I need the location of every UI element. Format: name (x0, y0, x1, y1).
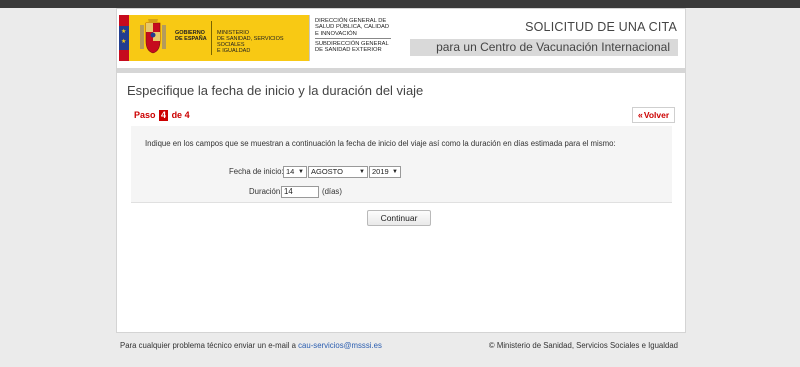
instructions-text: Indique en los campos que se muestran a … (145, 139, 616, 148)
step-total: 4 (184, 110, 190, 120)
top-bar (0, 0, 800, 8)
step-prefix: Paso (134, 110, 156, 120)
step-separator: de (171, 110, 183, 120)
footer-contact: Para cualquier problema técnico enviar u… (120, 341, 382, 350)
gobierno-text: GOBIERNO DE ESPAÑA (175, 30, 207, 42)
footer-copyright: © Ministerio de Sanidad, Servicios Socia… (488, 341, 678, 350)
month-select[interactable]: AGOSTO ▼ (308, 166, 368, 178)
step-indicator: Paso 4 de 4 (134, 110, 190, 121)
support-email-link[interactable]: cau-servicios@msssi.es (298, 341, 382, 350)
double-chevron-left-icon: « (637, 110, 643, 120)
main-card: ★ ★ GOBIERNO DE ESPAÑA MINISTERIO DE SAN… (116, 8, 686, 333)
government-logo: ★ ★ GOBIERNO DE ESPAÑA MINISTERIO DE SAN… (119, 15, 393, 61)
dropdown-arrow-icon: ▼ (392, 169, 398, 175)
year-select[interactable]: 2019 ▼ (369, 166, 401, 178)
header-title: SOLICITUD DE UNA CITA (525, 20, 677, 34)
year-select-value: 2019 (372, 167, 389, 176)
subdireccion-text: SUBDIRECCIÓN GENERAL DE SANIDAD EXTERIOR (315, 41, 389, 54)
direccion-text: DIRECCIÓN GENERAL DE SALUD PÚBLICA, CALI… (315, 18, 390, 37)
form-panel: Indique en los campos que se muestran a … (131, 126, 672, 203)
back-label: Volver (643, 110, 670, 120)
duration-label: Duración: (249, 187, 283, 196)
ministerio-text: MINISTERIO DE SANIDAD, SERVICIOS SOCIALE… (217, 30, 284, 54)
day-select[interactable]: 14 ▼ (283, 166, 307, 178)
continue-button[interactable]: Continuar (367, 210, 431, 226)
duration-input[interactable]: 14 (281, 186, 319, 198)
step-current: 4 (159, 110, 169, 121)
start-date-label: Fecha de inicio: (229, 167, 284, 176)
header-subtitle: para un Centro de Vacunación Internacion… (410, 39, 678, 56)
page-title: Especifique la fecha de inicio y la dura… (127, 83, 424, 98)
footer-contact-text: Para cualquier problema técnico enviar u… (120, 341, 299, 350)
coat-of-arms-icon (140, 19, 166, 54)
dropdown-arrow-icon: ▼ (359, 169, 365, 175)
direccion-block: DIRECCIÓN GENERAL DE SALUD PÚBLICA, CALI… (309, 15, 393, 61)
duration-unit: (días) (322, 187, 342, 196)
dropdown-arrow-icon: ▼ (298, 169, 304, 175)
header-divider (117, 68, 685, 73)
back-button[interactable]: «Volver (632, 107, 675, 123)
month-select-value: AGOSTO (311, 167, 343, 176)
day-select-value: 14 (286, 167, 295, 176)
